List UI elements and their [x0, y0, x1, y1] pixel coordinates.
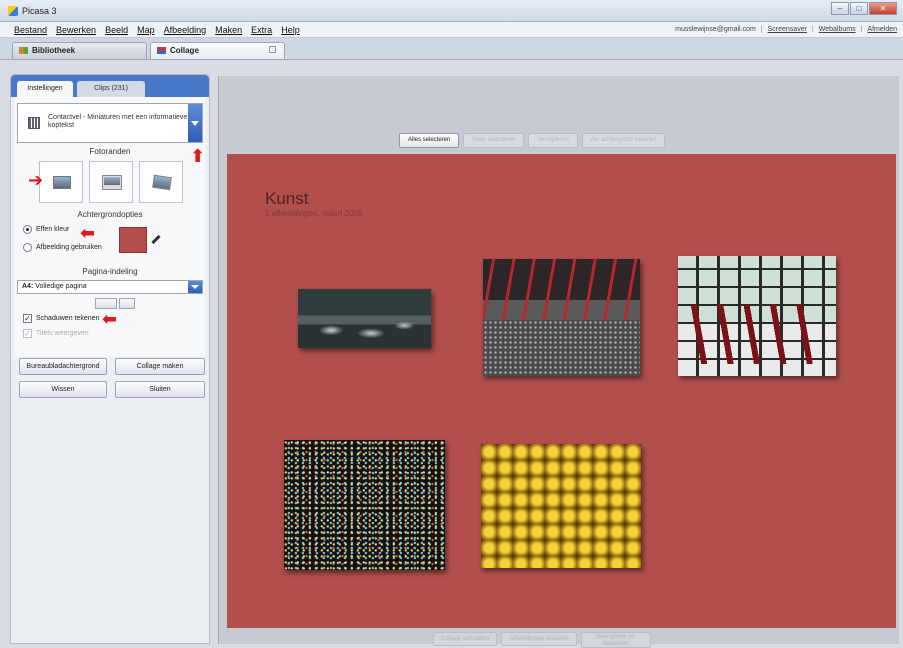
tab-collage[interactable]: Collage	[150, 42, 285, 59]
solid-color-radio[interactable]	[23, 225, 32, 234]
swap-images-button: Afbeeldingen wisselen	[501, 632, 577, 646]
menu-bewerken[interactable]: Bewerken	[56, 25, 96, 35]
bottom-toolbar: Collage schudden Afbeeldingen wisselen W…	[433, 632, 651, 648]
tilted-frame-icon	[152, 174, 172, 191]
show-captions-option: ✓ Titels weergeven	[23, 329, 89, 338]
collage-canvas[interactable]: Kunst 5 afbeeldingen, maart 2009	[227, 154, 896, 628]
collage-icon	[157, 47, 166, 54]
portrait-toggle[interactable]	[119, 298, 135, 309]
window-controls: – □ ✕	[831, 2, 897, 15]
title-bar: Picasa 3 – □ ✕	[0, 0, 903, 22]
collage-layout-value: Contactvel - Miniaturen met een informat…	[48, 114, 188, 129]
screensaver-link[interactable]: Screensaver	[768, 26, 807, 33]
solid-color-option[interactable]: Effen kleur	[23, 225, 69, 234]
annotation-arrow-left-2: ⬅	[102, 309, 118, 330]
collage-photo[interactable]	[481, 444, 641, 568]
clear-button[interactable]: Wissen	[19, 381, 107, 398]
picasa-app-icon	[8, 6, 18, 16]
page-format-select[interactable]: A4: Volledige pagina	[17, 280, 203, 294]
eyedropper-icon[interactable]	[151, 234, 161, 245]
frames-heading: Fotoranden	[89, 147, 131, 156]
menu-extra[interactable]: Extra	[251, 25, 272, 35]
make-collage-button[interactable]: Collage maken	[115, 358, 205, 375]
menu-map[interactable]: Map	[137, 25, 155, 35]
webalbums-link[interactable]: Webalbums	[819, 26, 856, 33]
collage-photo[interactable]	[678, 256, 836, 376]
close-tab-icon[interactable]	[269, 46, 276, 53]
sign-out-link[interactable]: Afmelden	[867, 26, 897, 33]
account-email: musslewijnse@gmail.com	[675, 26, 756, 33]
annotation-arrow-left: ⬅	[80, 223, 96, 244]
close-button[interactable]: Sluiten	[115, 381, 205, 398]
chevron-down-icon	[191, 121, 199, 126]
minimize-button[interactable]: –	[831, 2, 849, 15]
menu-help[interactable]: Help	[281, 25, 300, 35]
collage-title: Kunst	[265, 189, 309, 208]
use-image-option[interactable]: Afbeelding gebruiken	[23, 243, 102, 252]
collage-photo[interactable]	[284, 440, 445, 570]
collage-photo[interactable]	[483, 259, 640, 376]
annotation-arrow-right: ➔	[28, 170, 44, 191]
page-layout-heading: Pagina-indeling	[82, 267, 138, 276]
clear-selection-button: Niets selecteren	[463, 133, 525, 148]
window-title: Picasa 3	[22, 6, 57, 16]
select-all-button[interactable]: Alles selecteren	[399, 133, 460, 148]
maximize-button[interactable]: □	[850, 2, 868, 15]
account-links: musslewijnse@gmail.com | Screensaver | W…	[675, 26, 897, 33]
collage-preview-area: Alles selecteren Niets selecteren Verwij…	[218, 76, 899, 648]
polaroid-frame-icon	[102, 175, 122, 190]
frame-tilted-button[interactable]	[139, 161, 183, 203]
background-options-heading: Achtergrondopties	[77, 210, 143, 219]
document-tab-bar: Bibliotheek Collage	[0, 38, 903, 60]
collage-photo[interactable]	[298, 289, 431, 348]
selection-toolbar: Alles selecteren Niets selecteren Verwij…	[399, 133, 666, 148]
sidebar-tabs: Instellingen Clips (231)	[11, 75, 209, 97]
plain-frame-icon	[53, 176, 71, 189]
view-and-edit-button: Weergeven en bewerken	[580, 632, 651, 648]
page-format-value: Volledige pagina	[35, 283, 87, 290]
collage-layout-select[interactable]: Contactvel - Miniaturen met een informat…	[17, 103, 203, 143]
tab-settings[interactable]: Instellingen	[17, 81, 73, 97]
landscape-toggle[interactable]	[95, 298, 117, 309]
show-captions-checkbox: ✓	[23, 329, 32, 338]
contact-sheet-icon	[28, 117, 40, 129]
collage-settings-sidebar: Instellingen Clips (231) Contactvel - Mi…	[10, 74, 210, 644]
menu-maken[interactable]: Maken	[215, 25, 242, 35]
frame-polaroid-button[interactable]	[89, 161, 133, 203]
page-dropdown-button[interactable]	[188, 281, 202, 293]
frame-plain-button[interactable]	[39, 161, 83, 203]
menu-beeld[interactable]: Beeld	[105, 25, 128, 35]
menu-afbeelding[interactable]: Afbeelding	[164, 25, 207, 35]
tab-library[interactable]: Bibliotheek	[12, 42, 147, 59]
shuffle-collage-button: Collage schudden	[433, 632, 498, 646]
remove-button: Verwijderen	[528, 133, 578, 148]
background-color-swatch[interactable]	[119, 227, 147, 253]
use-image-radio[interactable]	[23, 243, 32, 252]
library-icon	[19, 47, 28, 54]
menu-bar: Bestand Bewerken Beeld Map Afbeelding Ma…	[0, 22, 903, 38]
draw-shadows-checkbox[interactable]: ✓	[23, 314, 32, 323]
tab-clips[interactable]: Clips (231)	[77, 81, 145, 97]
menu-bestand[interactable]: Bestand	[14, 25, 47, 35]
desktop-background-button[interactable]: Bureaubladachtergrond	[19, 358, 107, 375]
chevron-down-icon	[191, 285, 199, 289]
collage-subtitle: 5 afbeeldingen, maart 2009	[265, 209, 363, 218]
set-as-background-button: Als achtergrond instellen	[581, 133, 666, 148]
draw-shadows-option[interactable]: ✓ Schaduwen tekenen	[23, 314, 99, 323]
layout-dropdown-button[interactable]	[188, 104, 202, 142]
close-window-button[interactable]: ✕	[869, 2, 897, 15]
annotation-arrow-up: ⬆	[190, 146, 206, 167]
